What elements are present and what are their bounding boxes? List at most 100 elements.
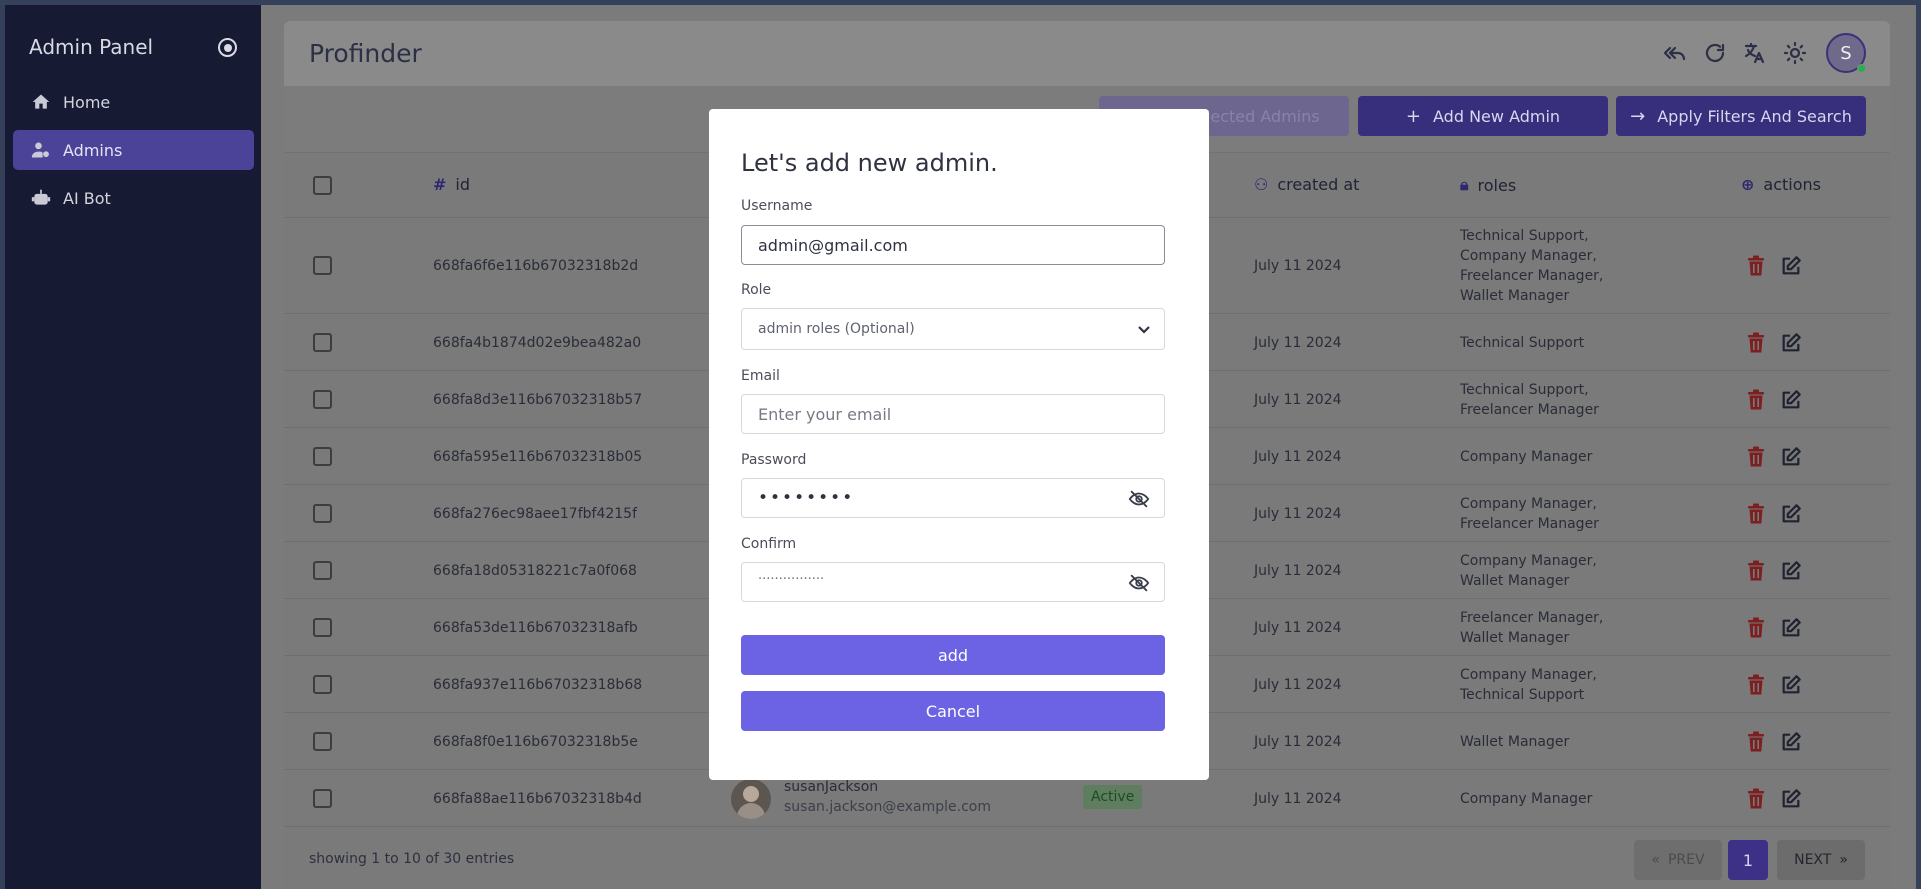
role-item: Company Manager [1460,790,1593,807]
page-title: Profinder [309,39,422,68]
edit-icon[interactable] [1780,389,1802,411]
page-1-button[interactable]: 1 [1728,840,1768,880]
role-item: Company Manager, [1460,552,1597,569]
row-checkbox[interactable] [313,503,332,523]
prev-page-button[interactable]: « PREV [1634,840,1722,880]
row-checkbox[interactable] [313,256,332,275]
cell-id: 668fa595e116b67032318b05 [433,448,643,465]
refresh-icon[interactable] [1703,41,1727,65]
row-checkbox[interactable] [313,332,332,352]
role-item: Wallet Manager [1460,629,1570,646]
column-header-actions: ⊕ actions [1741,175,1821,194]
cell-created-at: July 11 2024 [1254,676,1342,693]
row-checkbox[interactable] [313,560,332,580]
cell-id: 668fa8f0e116b67032318b5e [433,733,638,750]
trash-icon[interactable] [1746,446,1768,468]
column-header-id[interactable]: # id [433,175,470,194]
add-new-admin-label: Add New Admin [1433,106,1561,126]
edit-icon[interactable] [1780,560,1802,582]
select-all-checkbox[interactable] [313,176,332,195]
row-checkbox[interactable] [313,731,332,751]
edit-icon[interactable] [1780,503,1802,525]
role-item: Wallet Manager [1460,572,1570,589]
cell-id: 668fa276ec98aee17fbf4215f [433,505,637,522]
edit-icon[interactable] [1780,617,1802,639]
column-header-roles[interactable]: 🔒︎ roles [1460,175,1516,195]
edit-icon[interactable] [1780,332,1802,354]
trash-icon[interactable] [1746,255,1768,277]
next-page-button[interactable]: NEXT » [1777,840,1865,880]
cell-created-at: July 11 2024 [1254,258,1342,274]
sidebar-item-ai-bot[interactable]: AI Bot [13,178,254,218]
confirm-label: Confirm [741,536,797,552]
apply-filters-button[interactable]: → Apply Filters And Search [1616,96,1866,136]
cell-created-at: July 11 2024 [1254,619,1342,636]
cell-id: 668fa6f6e116b67032318b2d [433,258,639,274]
sidebar-item-label: Admins [63,140,123,160]
translate-icon[interactable] [1743,41,1767,65]
eye-off-icon[interactable] [1128,488,1150,510]
column-label: actions [1763,175,1821,194]
role-item: Technical Support, [1460,228,1589,244]
edit-icon[interactable] [1780,446,1802,468]
edit-icon[interactable] [1780,255,1802,277]
double-chevron-left-icon: « [1651,852,1660,868]
next-label: NEXT [1794,852,1832,868]
prev-label: PREV [1667,852,1705,868]
role-item: Company Manager, [1460,666,1597,683]
reply-all-icon[interactable] [1663,41,1687,65]
trash-icon[interactable] [1746,332,1768,354]
cell-roles: Technical Support, Freelancer Manager [1460,380,1620,420]
edit-icon[interactable] [1780,731,1802,753]
entries-count: showing 1 to 10 of 30 entries [309,851,515,867]
trash-icon[interactable] [1746,560,1768,582]
role-label: Role [741,282,772,298]
cell-roles: Technical Support, Company Manager, Freela… [1460,226,1620,306]
cell-roles: Company Manager [1460,447,1620,467]
cell-id: 668fa18d05318221c7a0f068 [433,562,637,579]
cell-id: 668fa4b1874d02e9bea482a0 [433,334,642,351]
sidebar-item-home[interactable]: Home [13,82,254,122]
robot-icon [31,189,51,205]
hash-icon: # [433,175,447,194]
email-field[interactable] [741,394,1165,434]
add-new-admin-button[interactable]: + Add New Admin [1358,96,1608,136]
apply-filters-label: Apply Filters And Search [1657,106,1852,126]
cell-username: susanJackson [784,778,879,795]
trash-icon[interactable] [1746,617,1768,639]
edit-icon[interactable] [1780,788,1802,810]
role-item: Company Manager [1460,448,1593,465]
trash-icon[interactable] [1746,788,1768,810]
plus-icon: + [1405,105,1422,127]
role-select[interactable]: admin roles (Optional) [741,308,1165,350]
trash-icon[interactable] [1746,674,1768,696]
trash-icon[interactable] [1746,389,1768,411]
user-avatar [731,778,771,819]
cancel-button[interactable]: Cancel [741,691,1165,731]
row-checkbox[interactable] [313,617,332,637]
trash-icon[interactable] [1746,731,1768,753]
sidebar-item-admins[interactable]: Admins [13,130,254,170]
edit-icon[interactable] [1780,674,1802,696]
trash-icon[interactable] [1746,503,1768,525]
add-button[interactable]: add [741,635,1165,675]
row-checkbox[interactable] [313,389,332,409]
cell-created-at: July 11 2024 [1254,334,1342,351]
sun-icon[interactable] [1783,41,1807,65]
password-field[interactable]: •••••••• [741,478,1165,518]
cell-created-at: July 11 2024 [1254,562,1342,579]
sidebar-toggle-icon[interactable] [218,38,237,57]
cell-roles: Wallet Manager [1460,732,1620,752]
add-admin-modal: Let's add new admin. Username Role admin… [709,109,1209,780]
column-label: id [455,175,471,194]
column-header-created-at[interactable]: ⚇ created at [1254,175,1359,194]
row-checkbox[interactable] [313,446,332,466]
table-footer: showing 1 to 10 of 30 entries « PREV 1 N… [284,836,1890,889]
password-label: Password [741,452,807,468]
eye-off-icon[interactable] [1128,572,1150,594]
row-checkbox[interactable] [313,788,332,808]
confirm-password-field[interactable]: ················ [741,562,1165,602]
username-field[interactable] [741,225,1165,265]
row-checkbox[interactable] [313,674,332,694]
role-item: Company Manager, [1460,248,1597,264]
